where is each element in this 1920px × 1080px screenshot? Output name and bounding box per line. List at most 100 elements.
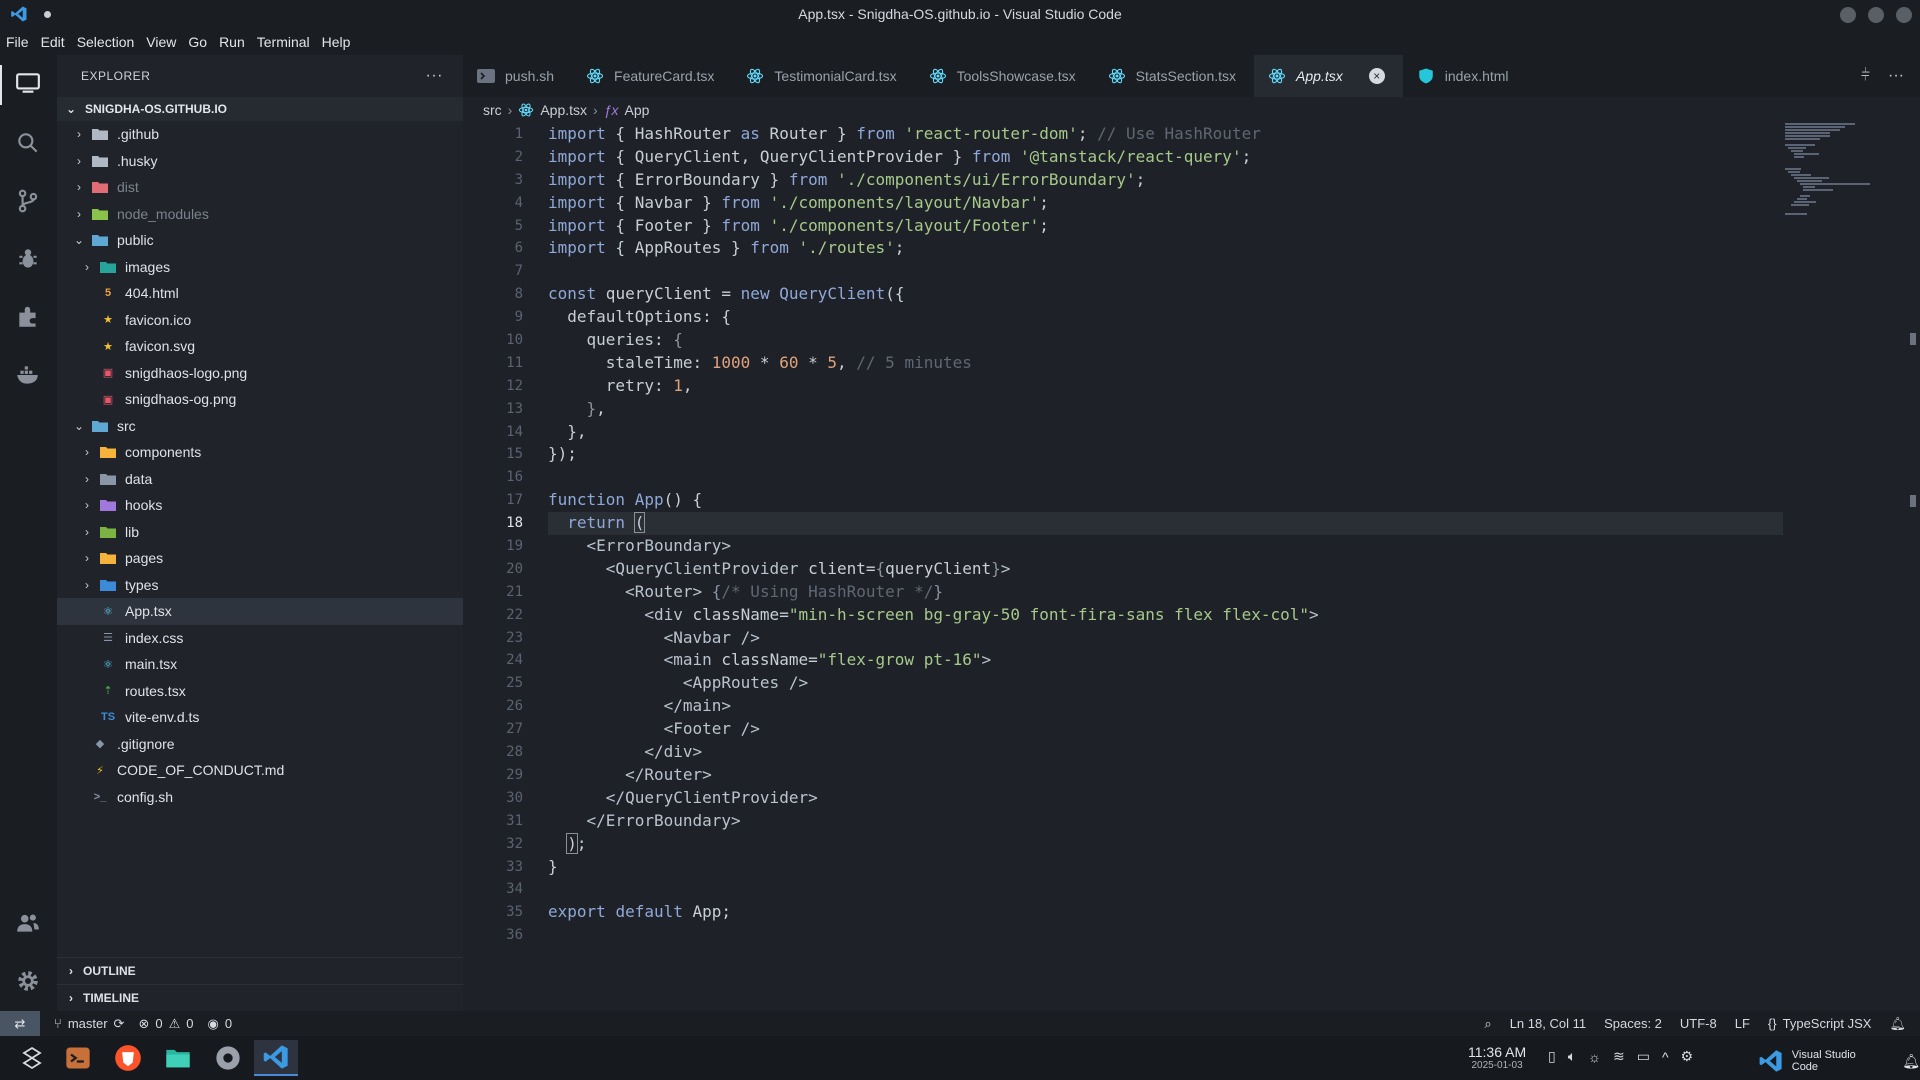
editor-tab[interactable]: TestimonialCard.tsx [732,55,914,97]
tree-item[interactable]: › .husky [57,148,463,175]
maximize-button[interactable] [1868,7,1884,23]
cursor-position[interactable]: Ln 18, Col 11 [1510,1016,1586,1031]
docker-icon[interactable] [14,361,42,389]
brightness-icon[interactable]: ☼ [1588,1049,1601,1065]
breadcrumb-src[interactable]: src [483,102,502,118]
tree-item[interactable]: › pages [57,545,463,572]
menu-help[interactable]: Help [322,34,351,50]
editor-tab[interactable]: index.html [1403,55,1527,97]
menu-file[interactable]: File [6,34,29,50]
clipboard-icon[interactable]: ▯ [1548,1048,1556,1065]
code-editor[interactable]: 1 2 3 4 5 6 7 8 9 10 11 12 13 14 15 16 17 18 19 20 21 22 23 24 2… [463,123,1920,1011]
sync-icon[interactable]: ⟳ [114,1016,125,1032]
tree-item[interactable]: ▣ snigdhaos-logo.png [57,360,463,387]
zoom-search-icon[interactable]: ⌕ [1484,1016,1491,1032]
menu-view[interactable]: View [146,34,176,50]
menu-terminal[interactable]: Terminal [257,34,310,50]
menu-selection[interactable]: Selection [77,34,135,50]
extensions-icon[interactable] [14,303,42,331]
editor-tab[interactable]: StatsSection.tsx [1094,55,1254,97]
wifi-icon[interactable]: ≋ [1613,1048,1625,1065]
editor-tab[interactable]: ToolsShowcase.tsx [915,55,1094,97]
git-branch-icon: ⑂ [54,1016,62,1031]
line-number: 12 [506,377,523,394]
search-icon[interactable] [14,129,42,157]
active-window-indicator[interactable]: Visual Studio Code 🔔︎ [1758,1048,1920,1074]
tree-item[interactable]: ⇡ routes.tsx [57,678,463,705]
run-debug-icon[interactable] [14,245,42,273]
tree-item[interactable]: ⚡ CODE_OF_CONDUCT.md [57,757,463,784]
tree-item[interactable]: ⌄ src [57,413,463,440]
timeline-section[interactable]: › TIMELINE [57,984,463,1011]
tree-item[interactable]: › images [57,254,463,281]
remote-indicator[interactable]: ⇄ [0,1011,40,1036]
indentation[interactable]: Spaces: 2 [1604,1016,1662,1031]
menu-run[interactable]: Run [219,34,245,50]
tree-item[interactable]: › data [57,466,463,493]
tree-item[interactable]: › node_modules [57,201,463,228]
tree-item[interactable]: ★ favicon.svg [57,333,463,360]
terminal-app-icon[interactable] [56,1040,100,1076]
clock[interactable]: 11:36 AM 2025-01-03 [1468,1044,1526,1071]
folder-icon [99,524,117,540]
editor-tab[interactable]: App.tsx × [1254,55,1403,97]
chevron-down-icon: ⌄ [73,418,85,433]
tree-item[interactable]: >_ config.sh [57,784,463,811]
outline-section[interactable]: › OUTLINE [57,957,463,984]
tree-item[interactable]: ★ favicon.ico [57,307,463,334]
close-tab-icon[interactable]: × [1368,68,1385,84]
tree-item[interactable]: ◆ .gitignore [57,731,463,758]
tree-item[interactable]: ▣ snigdhaos-og.png [57,386,463,413]
branch-indicator[interactable]: ⑂ master ⟳ [54,1016,124,1032]
volume-icon[interactable]: 🔈︎ [1568,1048,1576,1065]
tree-item[interactable]: ⚛ App.tsx [57,598,463,625]
ports-indicator[interactable]: ◉ 0 [207,1016,232,1032]
tree-item[interactable]: › .github [57,121,463,148]
tree-item[interactable]: ♥CONTRIBUTING.md [57,810,463,815]
launcher-icon[interactable] [10,1040,54,1076]
more-actions-icon[interactable]: ··· [426,67,443,85]
encoding[interactable]: UTF-8 [1680,1016,1717,1031]
minimap[interactable] [1783,123,1903,243]
split-editor-icon[interactable]: ⫩ [1861,67,1870,85]
settings-app-icon[interactable] [206,1040,250,1076]
source-control-icon[interactable] [14,187,42,215]
files-app-icon[interactable] [156,1040,200,1076]
tree-item[interactable]: › hooks [57,492,463,519]
tree-item[interactable]: ⌄ public [57,227,463,254]
notification-icon[interactable]: 🔔︎ [1902,1053,1920,1070]
breadcrumb-file[interactable]: App.tsx [540,102,587,118]
clock-time: 11:36 AM [1468,1044,1527,1060]
tree-item[interactable]: ☰ index.css [57,625,463,652]
tree-item[interactable]: ⚛ main.tsx [57,651,463,678]
tray-settings-icon[interactable]: ⚙ [1681,1048,1694,1065]
explorer-icon[interactable] [14,69,42,97]
problems-indicator[interactable]: ⊗ 0 ⚠ 0 [138,1016,193,1032]
close-window-button[interactable] [1896,7,1912,23]
line-endings[interactable]: LF [1735,1016,1750,1031]
tree-item[interactable]: › components [57,439,463,466]
workspace-root[interactable]: ⌄ SNIGDHA-OS.GITHUB.IO [57,97,463,121]
minimize-button[interactable] [1840,7,1856,23]
menu-edit[interactable]: Edit [41,34,65,50]
bell-icon[interactable]: 🔔︎ [1889,1016,1906,1032]
language-mode[interactable]: {} TypeScript JSX [1768,1016,1872,1031]
editor-tab[interactable]: push.sh [463,55,572,97]
vertical-scrollbar[interactable] [1906,123,1920,1011]
brave-browser-icon[interactable] [106,1040,150,1076]
breadcrumb-symbol[interactable]: App [625,102,650,118]
menu-go[interactable]: Go [188,34,207,50]
tree-item[interactable]: 5 404.html [57,280,463,307]
vscode-app-icon[interactable] [254,1040,298,1076]
tray-expand-icon[interactable]: ^ [1662,1049,1669,1065]
tree-item[interactable]: › lib [57,519,463,546]
tree-item[interactable]: › types [57,572,463,599]
editor-tab[interactable]: FeatureCard.tsx [572,55,732,97]
tree-item[interactable]: › dist [57,174,463,201]
accounts-icon[interactable] [14,909,42,937]
tree-item[interactable]: TS vite-env.d.ts [57,704,463,731]
code-content[interactable]: import { HashRouter as Router } from 're… [548,123,1748,947]
settings-gear-icon[interactable] [14,967,42,995]
more-actions-icon[interactable]: ··· [1888,67,1904,85]
battery-icon[interactable]: ▭ [1637,1048,1650,1065]
